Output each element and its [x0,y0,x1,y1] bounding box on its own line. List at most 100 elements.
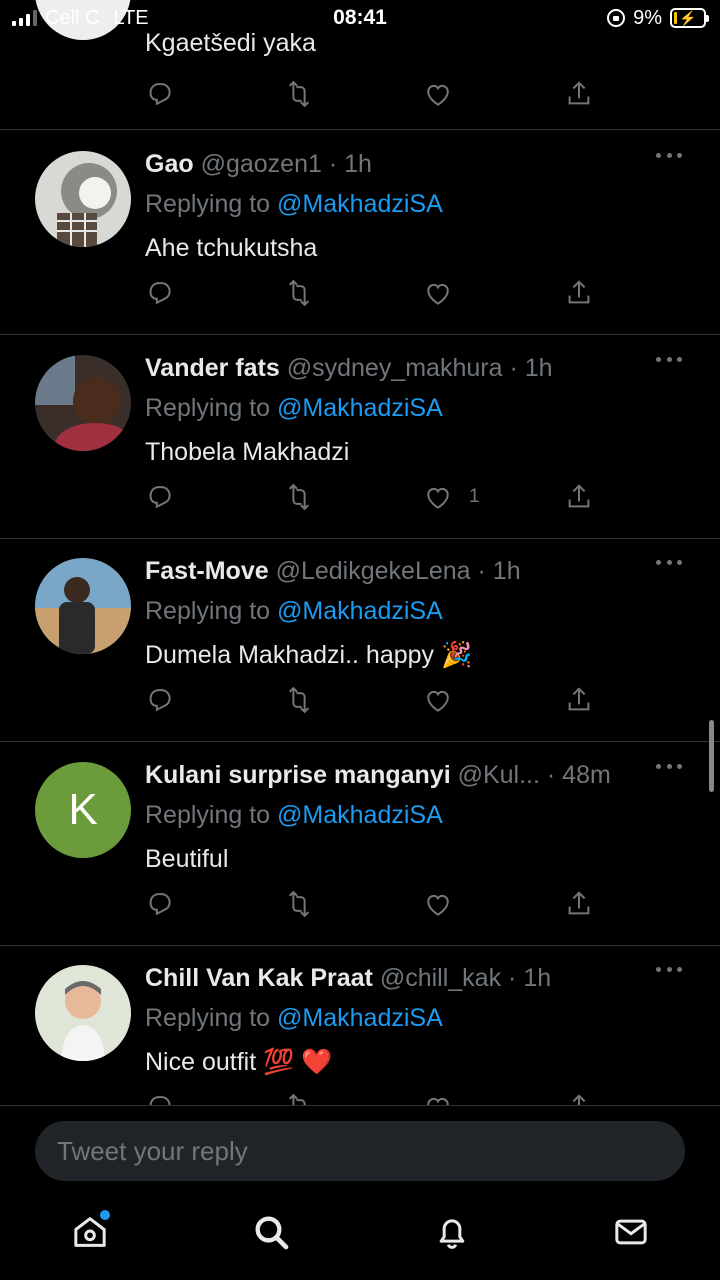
reply-composer [0,1105,720,1185]
replying-label: Replying to [145,801,271,829]
user-handle[interactable]: @sydney_makhura [287,354,503,382]
battery-icon: ⚡ [670,8,709,28]
more-options-icon[interactable] [656,967,682,973]
tweet[interactable]: Gao @gaozen1 · 1h Replying to @MakhadziS… [0,131,720,335]
tweet-header: Gao @gaozen1 · 1h [145,150,372,178]
tweet-actions [145,276,605,310]
nav-home[interactable] [70,1210,110,1252]
display-name[interactable]: Kulani surprise manganyi [145,761,451,789]
tweet[interactable]: Fast-Move @LedikgekeLena · 1h Replying t… [0,538,720,742]
avatar[interactable] [35,558,131,654]
tweet[interactable]: Vander fats @sydney_makhura · 1h Replyin… [0,335,720,539]
display-name[interactable]: Fast-Move [145,557,269,585]
tweet-time: 1h [344,150,372,178]
battery-percent: 9% [633,6,662,29]
share-button[interactable] [564,480,594,514]
like-button[interactable] [423,683,469,717]
share-icon [568,891,590,915]
reply-button[interactable] [145,1090,175,1105]
share-button[interactable] [564,276,594,310]
replies-feed[interactable]: Kgaetšedi yaka Gao @gaozen1 · 1h Replyin… [0,0,720,1105]
user-handle[interactable]: @chill_kak [380,964,501,992]
tweet[interactable]: K Kulani surprise manganyi @Kul... · 48m… [0,742,720,946]
more-options-icon[interactable] [656,764,682,770]
retweet-icon [288,80,310,108]
reply-icon [149,486,171,509]
share-button[interactable] [564,887,594,921]
mention-link[interactable]: @MakhadziSA [277,190,443,218]
more-options-icon[interactable] [656,560,682,566]
retweet-button[interactable] [284,1090,314,1105]
bell-icon [439,1219,465,1249]
avatar[interactable]: K [35,762,131,858]
nav-messages[interactable] [611,1212,651,1252]
more-options-icon[interactable] [656,153,682,159]
like-button[interactable] [423,276,469,310]
tweet-text: Thobela Makhadzi [145,438,350,466]
retweet-icon [288,279,310,307]
avatar[interactable] [35,355,131,451]
bottom-nav [0,1190,720,1280]
reply-button[interactable] [145,887,175,921]
retweet-button[interactable] [284,683,314,717]
search-icon [255,1216,289,1250]
share-button[interactable] [564,77,594,111]
display-name[interactable]: Chill Van Kak Praat [145,964,373,992]
user-handle[interactable]: @Kul... [458,761,540,789]
like-button[interactable]: 1 [423,480,480,514]
replying-to-line: Replying to @MakhadziSA [145,596,443,626]
heart-icon [427,1097,449,1105]
like-button[interactable] [423,1090,453,1105]
replying-to-line: Replying to @MakhadziSA [145,189,443,219]
like-button[interactable] [423,77,453,111]
tweet-text: Beutiful [145,845,229,873]
replying-to-line: Replying to @MakhadziSA [145,1003,443,1033]
retweet-button[interactable] [284,887,314,921]
tweet-actions [145,887,605,921]
replying-label: Replying to [145,394,271,422]
share-icon [568,484,590,508]
tweet-text: Ahe tchukutsha [145,234,318,262]
nav-notifications[interactable] [432,1212,472,1252]
tweet-header: Kulani surprise manganyi @Kul... · 48m [145,761,611,789]
scrollbar-thumb[interactable] [709,720,714,792]
retweet-icon [288,483,310,511]
retweet-button[interactable] [284,276,314,310]
retweet-icon [288,1093,306,1105]
replying-label: Replying to [145,597,271,625]
nav-search[interactable] [251,1212,291,1252]
tweet-header: Chill Van Kak Praat @chill_kak · 1h [145,964,552,992]
replying-label: Replying to [145,190,271,218]
mention-link[interactable]: @MakhadziSA [277,1004,443,1032]
tweet-time: 1h [523,964,552,992]
display-name[interactable]: Gao [145,150,194,178]
mention-link[interactable]: @MakhadziSA [277,597,443,625]
share-icon [568,81,590,105]
reply-button[interactable] [145,480,175,514]
reply-button[interactable] [145,77,175,111]
tweet-text: Nice outfit 💯 ❤️ [145,1048,333,1076]
heart-icon [427,690,449,712]
tweet-actions [145,1090,605,1105]
user-handle[interactable]: @LedikgekeLena [276,557,471,585]
retweet-button[interactable] [284,480,314,514]
tweet-reply-input[interactable] [35,1121,685,1181]
avatar[interactable] [35,965,131,1061]
share-button[interactable] [564,1090,594,1105]
mention-link[interactable]: @MakhadziSA [277,801,443,829]
avatar-initial: K [68,785,98,834]
share-button[interactable] [564,683,594,717]
reply-icon [149,83,171,106]
reply-button[interactable] [145,683,175,717]
retweet-button[interactable] [284,77,314,111]
display-name[interactable]: Vander fats [145,354,280,382]
more-options-icon[interactable] [656,357,682,363]
avatar[interactable] [35,151,131,247]
user-handle[interactable]: @gaozen1 [201,150,322,178]
mention-link[interactable]: @MakhadziSA [277,394,443,422]
like-button[interactable] [423,887,469,921]
tweet-text: Dumela Makhadzi.. happy 🎉 [145,641,473,669]
tweet[interactable]: Chill Van Kak Praat @chill_kak · 1h Repl… [0,945,720,1105]
reply-button[interactable] [145,276,175,310]
share-icon [572,1094,586,1105]
